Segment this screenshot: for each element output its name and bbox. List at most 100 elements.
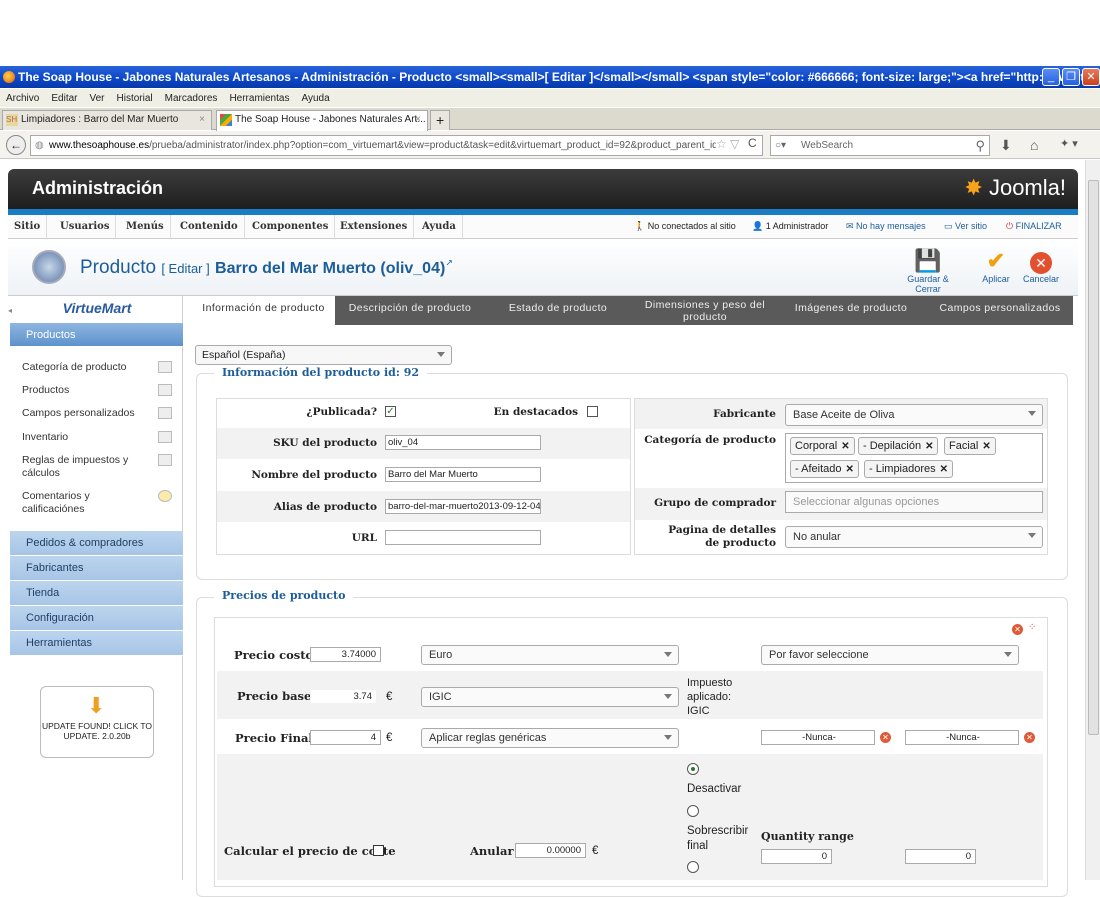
remove-chip-icon[interactable]: ✕ xyxy=(925,441,933,452)
save-close-button[interactable]: 💾 Guardar & Cerrar xyxy=(894,248,962,294)
drag-handle-icon[interactable]: ⁘ xyxy=(1028,622,1036,633)
clear-date-icon[interactable]: ✕ xyxy=(1024,732,1035,743)
update-notice[interactable]: ⬇ UPDATE FOUND! CLICK TO UPDATE. 2.0.20b xyxy=(40,686,154,758)
menu-ver[interactable]: Ver xyxy=(89,93,104,104)
remove-chip-icon[interactable]: ✕ xyxy=(940,464,948,475)
bookmark-star-icon[interactable]: ☆ ▽ xyxy=(716,137,740,151)
category-chip[interactable]: Corporal ✕ xyxy=(790,437,855,455)
view-site-link[interactable]: ▭ Ver sitio xyxy=(944,221,987,232)
name-input[interactable]: Barro del Mar Muerto xyxy=(385,467,541,482)
tab-descripcion[interactable]: Descripción de producto xyxy=(340,296,480,325)
menu-ayuda[interactable]: Ayuda xyxy=(301,93,329,104)
sidebar-cat-configuracion[interactable]: Configuración xyxy=(10,606,183,631)
category-chip[interactable]: - Depilación ✕ xyxy=(858,437,939,455)
override-input[interactable]: 0.00000 xyxy=(515,843,586,858)
date-to-input[interactable]: -Nunca- xyxy=(905,730,1019,745)
remove-chip-icon[interactable]: ✕ xyxy=(982,441,990,452)
admin-menu-usuarios[interactable]: Usuarios xyxy=(54,215,117,239)
published-checkbox[interactable]: ✓ xyxy=(385,406,396,417)
featured-checkbox[interactable] xyxy=(587,406,598,417)
calc-cost-checkbox[interactable] xyxy=(373,845,384,856)
admin-menu-componentes[interactable]: Componentes xyxy=(246,215,336,239)
radio-override-final[interactable] xyxy=(687,805,699,817)
shopper-group-input[interactable]: Seleccionar algunas opciones xyxy=(785,491,1043,513)
tab-informacion[interactable]: Información de producto xyxy=(192,296,335,325)
close-tab-icon[interactable]: × xyxy=(415,111,421,129)
menu-marcadores[interactable]: Marcadores xyxy=(165,93,218,104)
rules-select[interactable]: Aplicar reglas genéricas xyxy=(421,728,679,748)
sidebar-item-categoria[interactable]: Categoría de producto xyxy=(22,361,172,374)
apply-button[interactable]: ✔ Aplicar xyxy=(976,248,1016,284)
menu-historial[interactable]: Historial xyxy=(117,93,153,104)
home-icon[interactable]: ⌂ xyxy=(1030,137,1038,153)
admin-menu-extensiones[interactable]: Extensiones xyxy=(334,215,415,239)
sidebar-item-productos[interactable]: Productos xyxy=(22,384,172,397)
qty-from-input[interactable]: 0 xyxy=(761,849,832,864)
language-select[interactable]: Español (España) xyxy=(195,345,452,365)
clear-date-icon[interactable]: ✕ xyxy=(880,732,891,743)
price-option-select[interactable]: Por favor seleccione xyxy=(761,645,1019,665)
alias-input[interactable]: barro-del-mar-muerto2013-09-12-04-2 xyxy=(385,499,541,514)
scrollbar-thumb[interactable] xyxy=(1088,180,1099,735)
date-from-input[interactable]: -Nunca- xyxy=(761,730,875,745)
manufacturer-select[interactable]: Base Aceite de Oliva xyxy=(785,404,1043,426)
category-chip[interactable]: Facial ✕ xyxy=(944,437,996,455)
url-bar[interactable]: ◍ www.thesoaphouse.es/prueba/administrat… xyxy=(30,135,763,156)
sidebar-item-impuestos[interactable]: Reglas de impuestos y cálculos xyxy=(22,454,172,480)
collapse-sidebar-icon[interactable]: ◂ xyxy=(8,306,12,315)
sidebar-item-inventario[interactable]: Inventario xyxy=(22,431,172,444)
admin-menu-contenido[interactable]: Contenido xyxy=(174,215,245,239)
browser-tab-limpiadores[interactable]: SH Limpiadores : Barro del Mar Muerto × xyxy=(2,110,212,130)
sidebar-cat-fabricantes[interactable]: Fabricantes xyxy=(10,556,183,581)
menu-herramientas[interactable]: Herramientas xyxy=(229,93,289,104)
logout-link[interactable]: ⏻ FINALIZAR xyxy=(1006,221,1062,232)
admin-menu-ayuda[interactable]: Ayuda xyxy=(416,215,463,239)
back-arrow-icon[interactable]: ← xyxy=(6,135,26,155)
qty-to-input[interactable]: 0 xyxy=(905,849,976,864)
tax-select[interactable]: IGIC xyxy=(421,687,679,707)
cancel-button[interactable]: ✕ Cancelar xyxy=(1018,248,1064,284)
base-input[interactable]: 3.74 xyxy=(310,689,377,704)
sku-input[interactable]: oliv_04 xyxy=(385,435,541,450)
tab-dimensiones[interactable]: Dimensiones y peso del producto xyxy=(634,296,776,325)
url-input[interactable] xyxy=(385,530,541,545)
sidebar-cat-tienda[interactable]: Tienda xyxy=(10,581,183,606)
tab-estado[interactable]: Estado de producto xyxy=(498,296,618,325)
close-tab-icon[interactable]: × xyxy=(199,111,205,129)
messages-link[interactable]: ✉ No hay mensajes xyxy=(846,221,926,232)
radio-option[interactable] xyxy=(687,861,699,873)
category-chip[interactable]: - Limpiadores ✕ xyxy=(864,460,954,478)
sidebar-item-campos[interactable]: Campos personalizados xyxy=(22,407,172,420)
admin-menu-menus[interactable]: Menús xyxy=(120,215,171,239)
sidebar-item-comentarios[interactable]: Comentarios y calificaciónes xyxy=(22,490,172,516)
menu-archivo[interactable]: Archivo xyxy=(6,93,39,104)
tab-imagenes[interactable]: Imágenes de producto xyxy=(786,296,916,325)
remove-chip-icon[interactable]: ✕ xyxy=(845,464,853,475)
sidebar-cat-herramientas[interactable]: Herramientas xyxy=(10,631,183,656)
menu-editar[interactable]: Editar xyxy=(51,93,77,104)
web-search-input[interactable]: ○▾ WebSearch ⚲ xyxy=(770,135,990,156)
remove-chip-icon[interactable]: ✕ xyxy=(841,441,849,452)
new-tab-button[interactable]: + xyxy=(430,110,450,130)
maximize-button[interactable]: ❐ xyxy=(1062,68,1080,86)
download-icon[interactable]: ⬇ xyxy=(1000,137,1012,154)
browser-tab-admin[interactable]: The Soap House - Jabones Naturales Art..… xyxy=(216,110,428,131)
cost-input[interactable]: 3.74000 xyxy=(310,647,381,662)
radio-option[interactable] xyxy=(687,763,699,775)
sidebar-cat-pedidos[interactable]: Pedidos & compradores xyxy=(10,531,183,556)
currency-select[interactable]: Euro xyxy=(421,645,679,665)
search-icon[interactable]: ⚲ xyxy=(975,136,985,155)
minimize-button[interactable]: _ xyxy=(1042,68,1060,86)
page-scrollbar[interactable] xyxy=(1085,160,1100,880)
admin-menu-sitio[interactable]: Sitio xyxy=(8,215,48,239)
final-input[interactable]: 4 xyxy=(310,730,381,745)
remove-price-icon[interactable]: ✕ xyxy=(1012,624,1023,635)
addon-icon[interactable]: ✦ ▾ xyxy=(1060,137,1078,150)
category-chip[interactable]: - Afeitado ✕ xyxy=(790,460,859,478)
external-link-icon[interactable]: ↗ xyxy=(445,258,453,268)
close-window-button[interactable]: ✕ xyxy=(1082,68,1100,86)
tab-campos[interactable]: Campos personalizados xyxy=(929,296,1071,325)
details-page-select[interactable]: No anular xyxy=(785,526,1043,548)
sidebar-section-productos[interactable]: Productos xyxy=(10,323,183,347)
reload-icon[interactable]: C xyxy=(748,136,757,150)
